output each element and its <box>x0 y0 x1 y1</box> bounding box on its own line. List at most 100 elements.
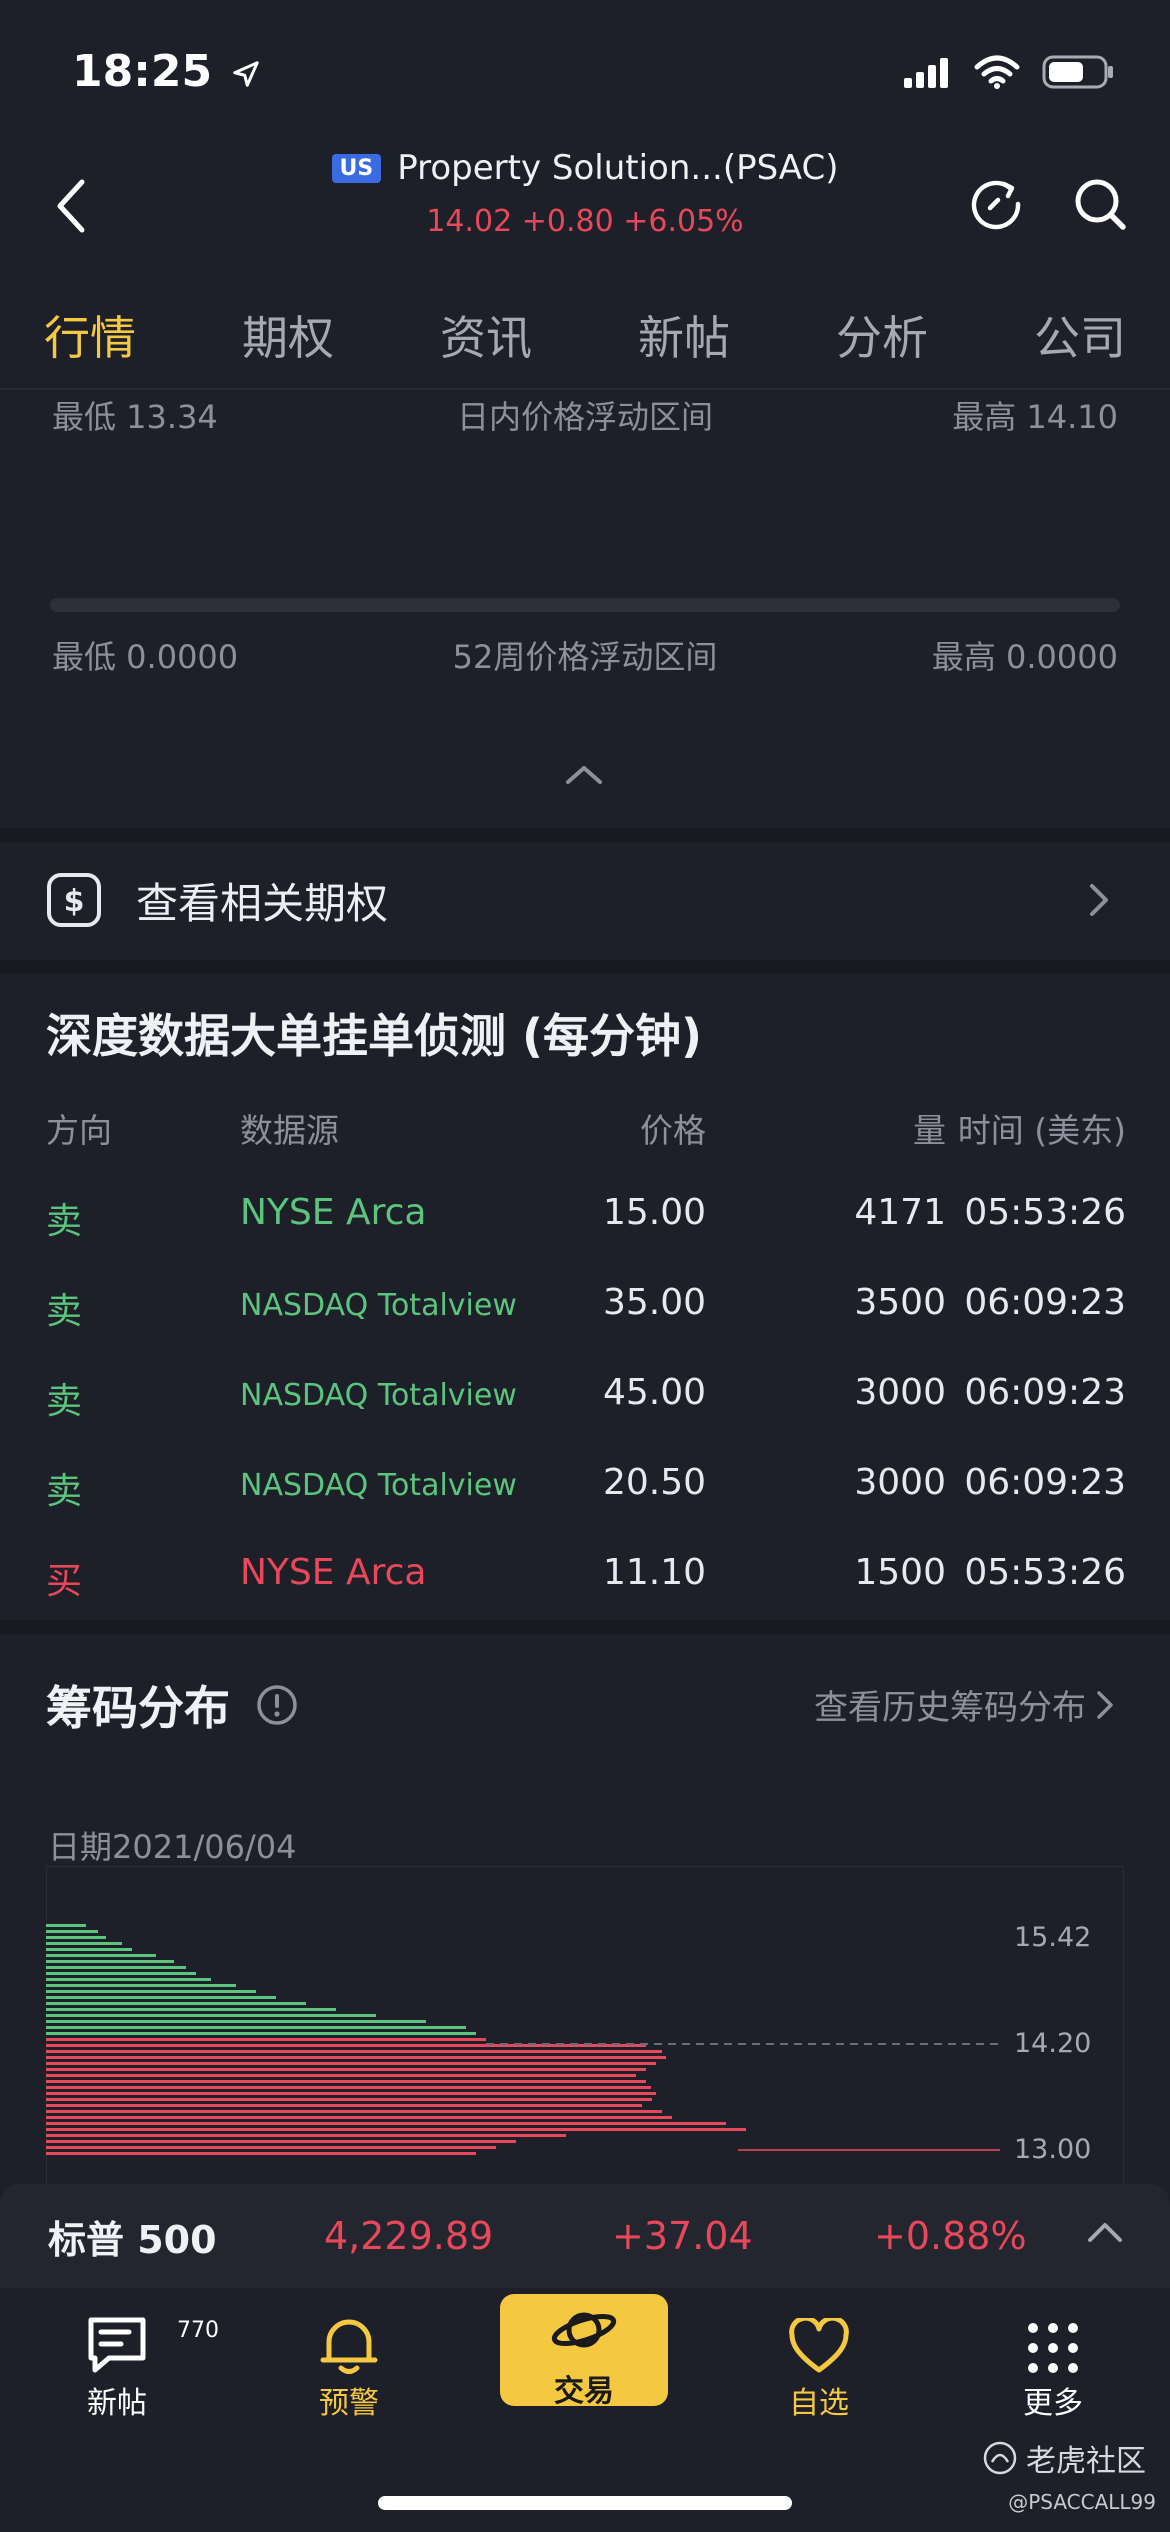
intraday-high: 最高 14.10 <box>952 398 1118 436</box>
tab-analysis[interactable]: 分析 <box>836 290 928 388</box>
chip-bar-red <box>46 2080 646 2083</box>
depth-row[interactable]: 卖 NYSE Arca 15.00 4171 05:53:26 <box>46 1192 1126 1248</box>
refresh-icon[interactable] <box>968 176 1024 232</box>
depth-volume: 3000 <box>854 1372 946 1413</box>
watermark-handle: @PSACCALL99 <box>1008 2490 1156 2514</box>
chip-bar-green <box>46 1930 98 1933</box>
heart-icon <box>789 2318 849 2373</box>
chip-bar-green <box>46 2026 466 2029</box>
col-time: 时间 (美东) <box>957 1111 1126 1150</box>
chip-bar-green <box>46 1978 211 1981</box>
nav-watchlist-label: 自选 <box>789 2386 849 2421</box>
chips-section-title: 筹码分布 <box>46 1672 298 1738</box>
depth-time: 06:09:23 <box>964 1282 1126 1323</box>
stock-price: 14.02 <box>426 204 513 239</box>
nav-alerts[interactable]: 预警 <box>274 2304 424 2422</box>
search-icon[interactable] <box>1072 176 1128 232</box>
nav-posts-label: 新帖 <box>87 2386 147 2421</box>
nav-trade-button[interactable]: 交易 <box>500 2294 668 2409</box>
tab-company[interactable]: 公司 <box>1034 290 1126 388</box>
depth-price: 11.10 <box>602 1552 706 1593</box>
chip-bar-red <box>46 2074 636 2077</box>
depth-row[interactable]: 卖 NASDAQ Totalview 35.00 3500 06:09:23 <box>46 1282 1126 1338</box>
community-watermark: 老虎社区 <box>982 2436 1146 2480</box>
depth-direction: 卖 <box>46 1471 83 1512</box>
nav-more[interactable]: 更多 <box>978 2304 1128 2422</box>
market-badge: US <box>331 153 382 183</box>
chevron-right-icon <box>1090 884 1108 916</box>
tiger-logo-icon <box>983 2441 1017 2475</box>
depth-price: 20.50 <box>602 1462 706 1503</box>
watermark-brand: 老虎社区 <box>1026 2444 1146 2479</box>
nav-watchlist[interactable]: 自选 <box>744 2304 894 2422</box>
nav-posts[interactable]: 新帖 770 <box>42 2304 219 2422</box>
battery-icon <box>1042 55 1113 89</box>
col-direction: 方向 <box>46 1111 112 1150</box>
week52-high: 最高 0.0000 <box>931 638 1118 676</box>
chip-price-label: 14.20 <box>1014 2028 1091 2059</box>
depth-price: 15.00 <box>602 1192 706 1233</box>
intraday-low: 最低 13.34 <box>52 398 218 436</box>
home-indicator <box>378 2496 792 2510</box>
tab-news[interactable]: 资讯 <box>440 290 532 388</box>
chip-bar-red <box>46 2122 726 2125</box>
dollar-icon: $ <box>47 873 101 927</box>
chips-history-link[interactable]: 查看历史筹码分布 <box>814 1680 1114 1729</box>
tab-options[interactable]: 期权 <box>242 290 334 388</box>
chevron-up-icon[interactable] <box>562 762 606 788</box>
nav-more-label: 更多 <box>1023 2386 1083 2421</box>
col-volume: 量 <box>913 1111 946 1150</box>
tab-quote[interactable]: 行情 <box>44 290 136 388</box>
status-icons <box>904 54 1114 90</box>
index-value: 4,229.89 <box>324 2214 494 2258</box>
chips-title: 筹码分布 <box>46 1681 230 1735</box>
chip-bar-green <box>46 2008 336 2011</box>
stock-title: Property Solution...(PSAC) <box>397 148 839 188</box>
depth-title: 深度数据大单挂单侦测 (每分钟) <box>46 1009 703 1063</box>
planet-icon <box>551 2312 617 2348</box>
svg-text:$: $ <box>64 884 85 919</box>
chips-date: 日期2021/06/04 <box>48 1828 297 1866</box>
chip-bar-green <box>46 2002 306 2005</box>
depth-time: 05:53:26 <box>964 1192 1126 1233</box>
depth-time: 05:53:26 <box>964 1552 1126 1593</box>
chip-bar-green <box>46 1942 122 1945</box>
chip-bar-green <box>46 1996 276 1999</box>
chip-bar-green <box>46 1936 106 1939</box>
col-source: 数据源 <box>240 1111 339 1150</box>
chip-bars <box>46 1924 746 2155</box>
depth-price: 45.00 <box>602 1372 706 1413</box>
nav-alerts-label: 预警 <box>319 2386 379 2421</box>
status-time: 18:25 <box>72 46 261 97</box>
chips-history-label: 查看历史筹码分布 <box>814 1688 1086 1728</box>
chip-bar-red <box>46 2038 486 2041</box>
chip-bar-red <box>46 2134 566 2137</box>
depth-source: NYSE Arca <box>240 1552 427 1593</box>
depth-row[interactable]: 买 NYSE Arca 11.10 1500 05:53:26 <box>46 1552 1126 1608</box>
posts-badge: 770 <box>177 2318 219 2343</box>
tab-posts[interactable]: 新帖 <box>638 290 730 388</box>
chip-price-label: 15.42 <box>1014 1922 1091 1953</box>
chip-bar-red <box>46 2092 656 2095</box>
week52-label: 52周价格浮动区间 <box>452 638 718 676</box>
cellular-signal-icon <box>904 58 948 88</box>
nav-trade-label: 交易 <box>554 2374 614 2409</box>
section-divider <box>0 1620 1170 1634</box>
index-change-pct: +0.88% <box>874 2214 1027 2258</box>
week52-range-bar <box>50 598 1120 612</box>
chip-bar-green <box>46 2020 426 2023</box>
chevron-up-icon[interactable] <box>1086 2220 1124 2244</box>
chip-bar-green <box>46 1990 256 1993</box>
info-icon[interactable] <box>256 1684 298 1726</box>
wifi-icon <box>974 55 1020 89</box>
chip-bar-red <box>46 2146 496 2149</box>
depth-row[interactable]: 卖 NASDAQ Totalview 45.00 3000 06:09:23 <box>46 1372 1126 1428</box>
depth-row[interactable]: 卖 NASDAQ Totalview 20.50 3000 06:09:23 <box>46 1462 1126 1518</box>
week52-low: 最低 0.0000 <box>52 638 239 676</box>
related-options-row[interactable]: $ 查看相关期权 <box>0 842 1170 958</box>
chip-bar-green <box>46 1972 196 1975</box>
index-ticker-bar[interactable]: 标普 500 4,229.89 +37.04 +0.88% <box>0 2184 1170 2288</box>
related-options-label: 查看相关期权 <box>136 878 389 928</box>
depth-time: 06:09:23 <box>964 1372 1126 1413</box>
chip-bar-red <box>46 2104 642 2107</box>
